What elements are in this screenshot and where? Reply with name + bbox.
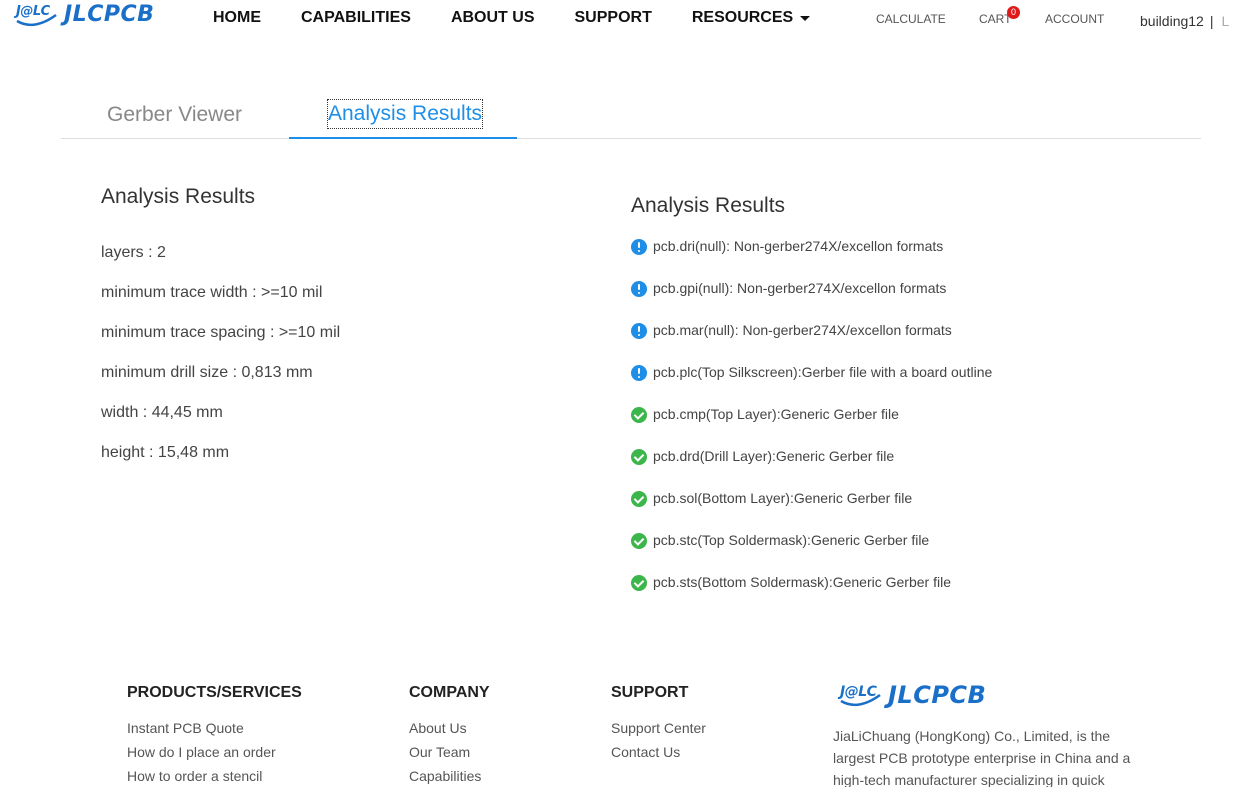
footer-support-column: SUPPORT Support Center Contact Us <box>611 684 706 768</box>
footer-products-heading: PRODUCTS/SERVICES <box>127 684 302 701</box>
footer-link-about-us[interactable]: About Us <box>409 720 490 744</box>
file-analysis-title: Analysis Results <box>631 194 786 217</box>
info-icon <box>631 239 647 255</box>
check-circle-icon <box>631 449 647 465</box>
viewer-tabs: Gerber Viewer Analysis Results <box>61 98 1201 139</box>
footer-link-order-stencil[interactable]: How to order a stencil <box>127 768 302 787</box>
board-summary-title: Analysis Results <box>101 185 256 208</box>
footer-logo-badge-text: J@LC <box>840 684 877 700</box>
file-row: pcb.drd(Drill Layer):Generic Gerber file <box>631 448 992 490</box>
file-row-text: pcb.sol(Bottom Layer):Generic Gerber fil… <box>653 490 913 506</box>
info-icon <box>631 365 647 381</box>
footer-link-capabilities[interactable]: Capabilities <box>409 768 490 787</box>
nav-support[interactable]: SUPPORT <box>575 9 652 27</box>
file-row: pcb.dri(null): Non-gerber274X/excellon f… <box>631 238 992 280</box>
username-link[interactable]: building12 <box>1140 13 1204 29</box>
tab-gerber-viewer[interactable]: Gerber Viewer <box>107 98 242 138</box>
main-nav: HOME CAPABILITIES ABOUT US SUPPORT RESOU… <box>213 9 850 27</box>
tab-analysis-results[interactable]: Analysis Results <box>289 98 517 139</box>
file-row: pcb.cmp(Top Layer):Generic Gerber file <box>631 406 992 448</box>
footer-link-contact-us[interactable]: Contact Us <box>611 744 706 768</box>
file-row: pcb.stc(Top Soldermask):Generic Gerber f… <box>631 532 992 574</box>
footer-logo-wordmark: JLCPCB <box>888 681 987 709</box>
info-icon <box>631 281 647 297</box>
footer-logo: J@LC JLCPCB <box>838 678 986 712</box>
nav-home[interactable]: HOME <box>213 9 261 27</box>
footer-company-description: JiaLiChuang (HongKong) Co., Limited, is … <box>833 728 1131 787</box>
logout-link-partial[interactable]: L <box>1221 13 1229 29</box>
nav-resources[interactable]: RESOURCES <box>691 9 811 27</box>
calculate-link[interactable]: CALCULATE <box>876 12 946 26</box>
file-row-text: pcb.sts(Bottom Soldermask):Generic Gerbe… <box>653 574 951 590</box>
nav-capabilities[interactable]: CAPABILITIES <box>301 9 411 27</box>
file-row-text: pcb.gpi(null): Non-gerber274X/excellon f… <box>653 280 947 296</box>
check-circle-icon <box>631 491 647 507</box>
summary-min-drill-size: minimum drill size : 0,813 mm <box>101 364 313 381</box>
footer-company-column: COMPANY About Us Our Team Capabilities <box>409 684 490 787</box>
summary-min-trace-spacing: minimum trace spacing : >=10 mil <box>101 324 341 341</box>
file-row: pcb.gpi(null): Non-gerber274X/excellon f… <box>631 280 992 322</box>
chevron-down-icon <box>800 15 811 21</box>
summary-min-trace-width: minimum trace width : >=10 mil <box>101 284 323 301</box>
nav-about-us[interactable]: ABOUT US <box>451 9 535 27</box>
summary-height: height : 15,48 mm <box>101 444 230 461</box>
file-row-text: pcb.mar(null): Non-gerber274X/excellon f… <box>653 322 952 338</box>
check-circle-icon <box>631 575 647 591</box>
site-header: J@LC JLCPCB HOME CAPABILITIES ABOUT US S… <box>0 0 1234 40</box>
footer-company-heading: COMPANY <box>409 684 490 701</box>
summary-width: width : 44,45 mm <box>101 404 223 421</box>
footer-products-column: PRODUCTS/SERVICES Instant PCB Quote How … <box>127 684 302 787</box>
site-logo[interactable]: J@LC JLCPCB <box>14 0 154 30</box>
account-link[interactable]: ACCOUNT <box>1045 12 1104 26</box>
file-row: pcb.mar(null): Non-gerber274X/excellon f… <box>631 322 992 364</box>
board-summary-list: layers : 2 minimum trace width : >=10 mi… <box>101 244 340 484</box>
file-row-text: pcb.stc(Top Soldermask):Generic Gerber f… <box>653 532 930 548</box>
file-row-text: pcb.cmp(Top Layer):Generic Gerber file <box>653 406 899 422</box>
cart-link[interactable]: CART 0 <box>979 6 1020 26</box>
footer-link-support-center[interactable]: Support Center <box>611 720 706 744</box>
footer-link-place-order[interactable]: How do I place an order <box>127 744 302 768</box>
info-icon <box>631 323 647 339</box>
summary-layers: layers : 2 <box>101 244 166 261</box>
file-analysis-list: pcb.dri(null): Non-gerber274X/excellon f… <box>631 238 992 616</box>
file-row-text: pcb.drd(Drill Layer):Generic Gerber file <box>653 448 895 464</box>
header-separator: | <box>1209 13 1214 29</box>
footer-logo-badge: J@LC <box>838 681 884 709</box>
file-row: pcb.sts(Bottom Soldermask):Generic Gerbe… <box>631 574 992 616</box>
logo-badge: J@LC <box>14 1 60 29</box>
logo-wordmark: JLCPCB <box>64 2 155 27</box>
file-row: pcb.sol(Bottom Layer):Generic Gerber fil… <box>631 490 992 532</box>
file-row-text: pcb.dri(null): Non-gerber274X/excellon f… <box>653 238 944 254</box>
file-row-text: pcb.plc(Top Silkscreen):Gerber file with… <box>653 364 993 380</box>
footer-support-heading: SUPPORT <box>611 684 689 701</box>
tab-analysis-results-label: Analysis Results <box>326 99 484 129</box>
footer-link-instant-quote[interactable]: Instant PCB Quote <box>127 720 302 744</box>
logo-badge-text: J@LC <box>16 4 50 19</box>
check-circle-icon <box>631 407 647 423</box>
nav-resources-label: RESOURCES <box>691 9 794 26</box>
footer-link-our-team[interactable]: Our Team <box>409 744 490 768</box>
file-row: pcb.plc(Top Silkscreen):Gerber file with… <box>631 364 992 406</box>
user-menu: building12 | L <box>1140 13 1229 29</box>
cart-count-badge: 0 <box>1007 6 1020 19</box>
check-circle-icon <box>631 533 647 549</box>
